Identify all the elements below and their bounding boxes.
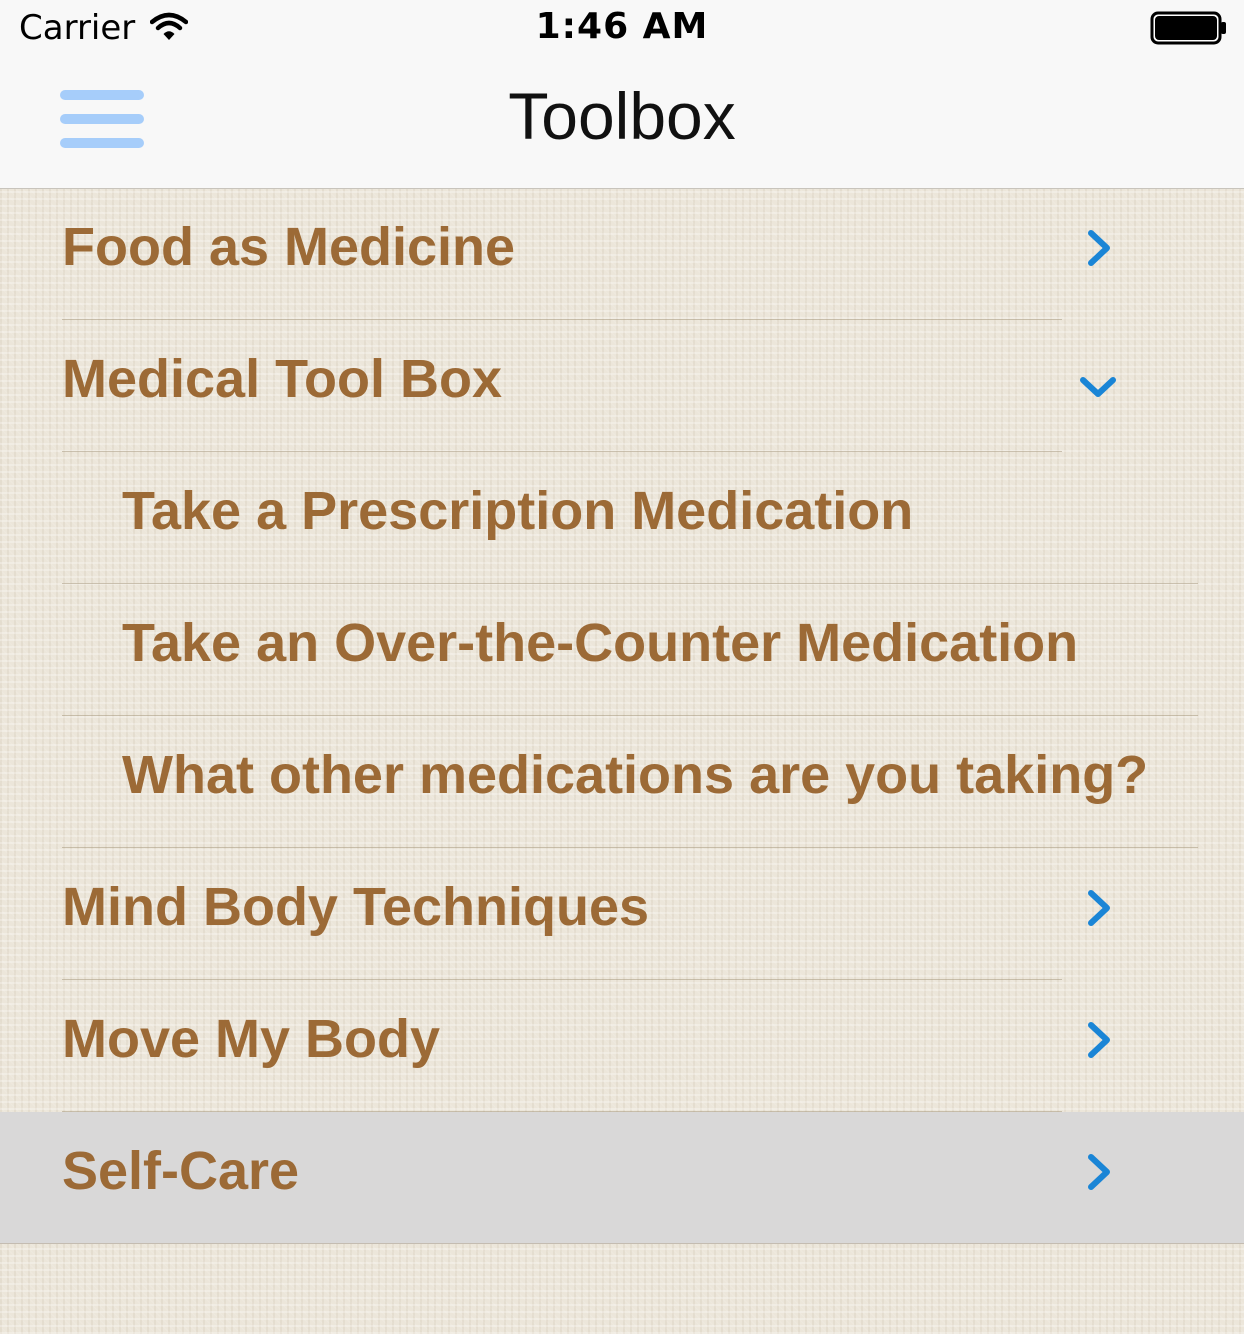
submenu-item-otc-medication[interactable]: Take an Over-the-Counter Medication (0, 584, 1244, 716)
menu-item-label: Move My Body (62, 1009, 441, 1069)
menu-item-label: Medical Tool Box (62, 349, 503, 409)
navigation-bar: Toolbox (0, 56, 1244, 189)
toolbox-menu-list: Food as Medicine Medical Tool Box Take a… (0, 188, 1244, 1244)
menu-item-medical-tool-box[interactable]: Medical Tool Box (0, 320, 1244, 452)
status-clock: 1:46 AM (535, 6, 709, 47)
status-bar: Carrier 1:46 AM (0, 0, 1244, 56)
menu-item-self-care[interactable]: Self-Care (0, 1112, 1244, 1244)
chevron-right-icon (1088, 890, 1110, 926)
chevron-right-icon (1088, 230, 1110, 266)
menu-item-label: Food as Medicine (62, 217, 516, 277)
chevron-down-icon (1080, 377, 1116, 397)
page-title: Toolbox (508, 79, 736, 153)
menu-item-label: Mind Body Techniques (62, 877, 650, 937)
submenu-item-other-medications[interactable]: What other medications are you taking? (0, 716, 1244, 848)
menu-item-mind-body-techniques[interactable]: Mind Body Techniques (0, 848, 1244, 980)
chevron-right-icon (1088, 1022, 1110, 1058)
submenu-item-label: Take a Prescription Medication (122, 481, 914, 541)
menu-item-move-my-body[interactable]: Move My Body (0, 980, 1244, 1112)
submenu-item-label: Take an Over-the-Counter Medication (122, 613, 1079, 673)
menu-item-food-as-medicine[interactable]: Food as Medicine (0, 188, 1244, 320)
menu-item-label: Self-Care (62, 1141, 300, 1201)
chevron-right-icon (1088, 1154, 1110, 1190)
battery-icon (1150, 11, 1226, 45)
submenu-item-label: What other medications are you taking? (122, 745, 1149, 805)
submenu-item-prescription-medication[interactable]: Take a Prescription Medication (0, 452, 1244, 584)
